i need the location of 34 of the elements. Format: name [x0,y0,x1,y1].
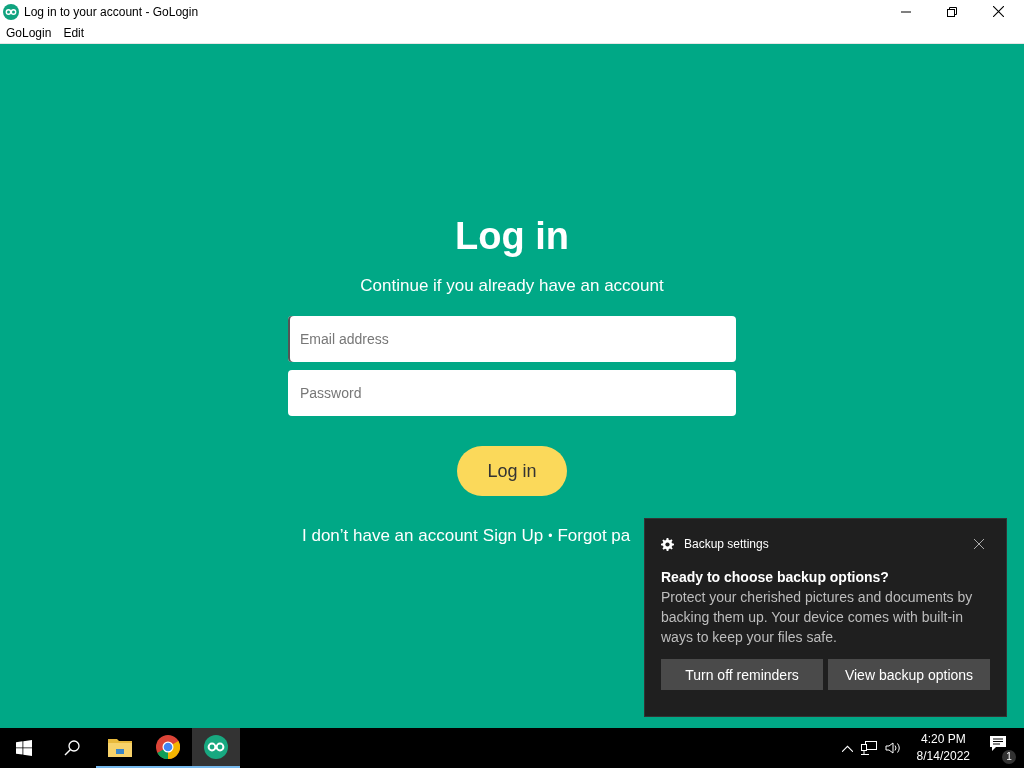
toast-heading: Ready to choose backup options? [661,569,890,585]
chevron-up-icon[interactable] [841,744,853,752]
search-icon [64,740,80,756]
separator-dot: • [548,529,553,543]
notification-count-badge: 1 [1002,750,1016,764]
speaker-icon[interactable] [884,741,901,755]
password-field[interactable]: Password [288,370,736,416]
clock-date[interactable]: 8/14/2022 [916,748,970,765]
window-title: Log in to your account - GoLogin [24,4,199,19]
restore-icon[interactable] [947,6,957,17]
no-account-text: I don’t have an account [302,526,478,546]
toast-body: Protect your cherished pictures and documents by backing them up. Your device comes with built-in ways to keep your files safe. [661,588,974,647]
windows-icon [16,740,32,756]
close-icon[interactable] [993,6,1004,17]
app-logo-icon [204,735,228,759]
gear-icon [661,537,674,551]
login-subtitle: Continue if you already have an account [360,276,664,296]
notification-center-button[interactable]: 1 [986,732,1016,764]
folder-icon [108,737,132,757]
toast-button[interactable]: Turn off reminders [661,659,823,690]
menu-item[interactable]: GoLogin [6,26,52,40]
toast-app-name: Backup settings [684,537,769,551]
clock-time[interactable]: 4:20 PM [920,731,966,748]
taskbar-app[interactable] [192,728,240,768]
login-heading: Log in [455,214,569,258]
menu-item[interactable]: Edit [63,26,85,40]
close-icon[interactable] [974,539,984,549]
network-icon[interactable] [860,741,877,755]
toast-button[interactable]: View backup options [828,659,990,690]
message-icon [990,736,1006,752]
browser-icon [156,735,180,759]
login-button[interactable]: Log in [457,446,567,496]
app-logo-icon [3,3,19,20]
email-field[interactable]: Email address [288,316,736,362]
